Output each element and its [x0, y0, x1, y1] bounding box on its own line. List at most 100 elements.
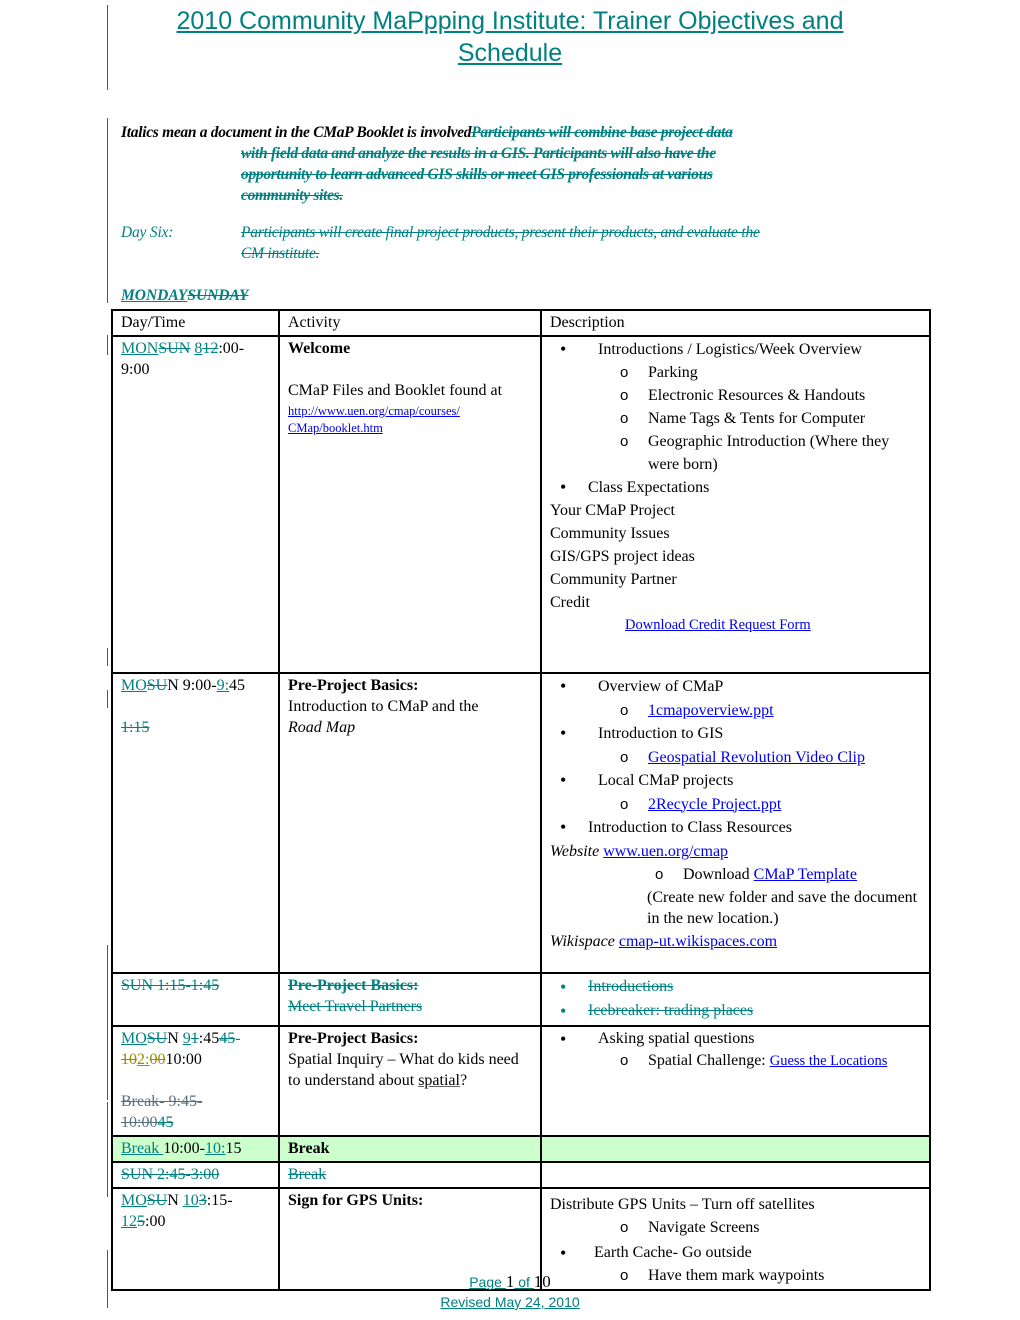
time-deleted: 1:15 [121, 719, 150, 736]
booklet-link[interactable]: CMap/booklet.htm [288, 421, 383, 435]
activity-cell: Break [278, 1135, 542, 1163]
activity-title: Pre-Project Basics: [288, 677, 419, 694]
description-cell: Introductions Icebreaker: trading places [540, 972, 931, 1027]
change-bar [107, 335, 108, 355]
time-cell: MOSUN 9:00-9:45 1:15 [111, 672, 280, 974]
description-cell: Introductions / Logistics/Week Overview … [540, 335, 931, 674]
break-deleted: 10:00 [121, 1114, 158, 1131]
description-line: Distribute GPS Units – Turn off satellit… [550, 1196, 815, 1213]
cmap-template-link[interactable]: CMaP Template [754, 866, 857, 883]
deleted-objective-text: Participants will combine base project d… [471, 124, 733, 141]
time-deleted: SUN 1:15-1:45 [121, 977, 220, 994]
table-row: MONSUN 812:00- 9:00 Welcome CMaP Files a… [111, 335, 931, 674]
change-bar [107, 5, 108, 90]
website-label: Website [550, 842, 600, 860]
activity-cell: Pre-Project Basics: Introduction to CMaP… [278, 672, 542, 974]
expectation-item: Community Partner [550, 571, 677, 588]
sub-bullet-item: Spatial Challenge: Guess the Locations [550, 1050, 924, 1072]
activity-text-span: Spatial Inquiry – What do kids need to u… [288, 1051, 519, 1089]
time-cell: SUN 2:45-3:00 [111, 1161, 280, 1189]
sub-bullet-item: 1cmapoverview.ppt [550, 699, 924, 723]
day-six-text: Participants will create final project p… [241, 224, 760, 241]
change-bar [107, 1102, 108, 1197]
activity-cell: Pre-Project Basics: Spatial Inquiry – Wh… [278, 1025, 542, 1137]
cmap-overview-link[interactable]: 1cmapoverview.ppt [648, 702, 774, 719]
time-text: - [235, 1030, 241, 1047]
activity-text: Meet Travel Partners [288, 998, 423, 1015]
time-deleted: SUN [158, 340, 191, 357]
time-text: :00- [218, 340, 245, 357]
credit-request-link[interactable]: Download Credit Request Form [625, 617, 811, 633]
time-text: :00 [145, 1213, 166, 1230]
wikispace-line: Wikispace cmap-ut.wikispaces.com [550, 930, 924, 954]
time-cell: MONSUN 812:00- 9:00 [111, 335, 280, 674]
time-inserted: MO [121, 1192, 147, 1209]
time-deleted: SU [146, 1030, 168, 1047]
page-label: Page [469, 1274, 506, 1290]
break-deleted: 45 [157, 1114, 174, 1131]
schedule-table: Day/Time Activity Description MONSUN 812… [111, 309, 931, 1291]
time-deleted: 00 [149, 1051, 166, 1068]
time-cell: MOSUN 91:4545- 102:0010:00 Break- 9:45- … [111, 1025, 280, 1137]
spatial-term: spatial [418, 1072, 460, 1089]
bullet-item: Asking spatial questions [550, 1028, 924, 1050]
bullet-item: Introduction to Class Resources [550, 816, 924, 840]
guess-locations-link[interactable]: Guess the Locations [770, 1053, 888, 1069]
table-row: MOSUN 9:00-9:45 1:15 Pre-Project Basics:… [111, 672, 931, 974]
page-footer: Page 1 of 10 Revised May 24, 2010 [0, 1272, 1020, 1310]
recycle-project-link[interactable]: 2Recycle Project.ppt [648, 796, 781, 813]
time-cell: Break 10:00-10:15 [111, 1135, 280, 1163]
day-heading-inserted: MONDAY [121, 287, 188, 304]
time-inserted: 10: [204, 1140, 226, 1157]
table-row: SUN 2:45-3:00 Break [111, 1161, 931, 1189]
description-cell: Overview of CMaP 1cmapoverview.ppt Intro… [540, 672, 931, 974]
bullet-item: Introduction to GIS [550, 722, 924, 746]
table-row: MOSUN 91:4545- 102:0010:00 Break- 9:45- … [111, 1025, 931, 1137]
download-label: Download [683, 866, 750, 883]
day-six-paragraph: Day Six: Participants will create final p… [121, 222, 901, 264]
time-inserted: Break [121, 1140, 164, 1157]
change-bar [107, 945, 108, 1100]
booklet-link[interactable]: http://www.uen.org/cmap/courses/ [288, 404, 460, 418]
sub-bullet-item: 2Recycle Project.ppt [550, 793, 924, 817]
italics-note: Italics mean a document in the CMaP Book… [121, 124, 472, 141]
time-text: N 9:00- [167, 677, 217, 694]
activity-title: Pre-Project Basics: [288, 977, 419, 994]
deleted-objective-text: opportunity to learn advanced GIS skills… [241, 166, 713, 183]
description-cell [540, 1135, 931, 1163]
website-line: Website www.uen.org/cmap [550, 840, 924, 864]
activity-deleted: Break [288, 1166, 327, 1183]
time-inserted: 9: [216, 677, 230, 694]
time-text: N [167, 1192, 183, 1209]
website-link[interactable]: www.uen.org/cmap [603, 843, 728, 860]
break-deleted: Break- 9:45- [121, 1093, 203, 1110]
time-inserted: 10 [182, 1192, 199, 1209]
time-inserted: 2: [137, 1051, 150, 1068]
expectation-item: Credit [550, 594, 590, 611]
change-bar [107, 118, 108, 303]
activity-title: Pre-Project Basics: [288, 1030, 419, 1047]
time-deleted: 10 [121, 1051, 137, 1068]
sub-bullet-item: Download CMaP Template [585, 863, 924, 887]
sub-bullet-item: Name Tags & Tents for Computer [550, 407, 924, 430]
description-cell: Asking spatial questions Spatial Challen… [540, 1025, 931, 1137]
expectation-item: Community Issues [550, 525, 670, 542]
time-text: N [167, 1030, 183, 1047]
activity-text: Spatial Inquiry – What do kids need to u… [288, 1049, 535, 1091]
column-header: Description [540, 309, 931, 337]
change-bar [107, 690, 108, 708]
time-deleted: SU [146, 677, 168, 694]
intro-paragraph: Italics mean a document in the CMaP Book… [121, 122, 901, 206]
geospatial-video-link[interactable]: Geospatial Revolution Video Clip [648, 749, 865, 766]
page-total: 10 [533, 1272, 551, 1291]
bullet-item: Overview of CMaP [550, 675, 924, 699]
wikispace-link[interactable]: cmap-ut.wikispaces.com [619, 933, 777, 950]
deleted-objective-text: community sites. [241, 187, 343, 204]
time-deleted: 45 [219, 1030, 236, 1047]
time-deleted: 12 [202, 340, 219, 357]
activity-cell: Break [278, 1161, 542, 1189]
time-deleted: 5 [137, 1213, 145, 1230]
time-deleted: SU [146, 1192, 168, 1209]
sub-bullet-item: Geospatial Revolution Video Clip [550, 746, 924, 770]
table-row: SUN 1:15-1:45 Pre-Project Basics: Meet T… [111, 972, 931, 1027]
